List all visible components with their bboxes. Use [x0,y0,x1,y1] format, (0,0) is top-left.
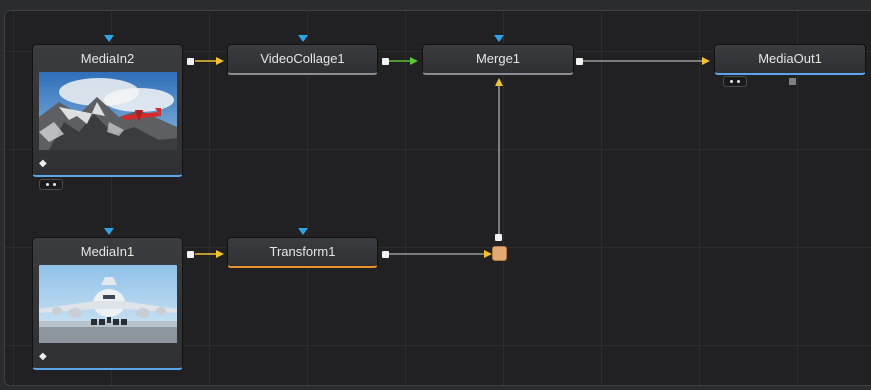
transform1-input-port[interactable] [298,228,308,235]
node-title: Transform1 [269,244,336,259]
mediain2-thumbnail [39,72,177,150]
node-transform1[interactable]: Transform1 [227,237,378,268]
node-mediain1[interactable]: MediaIn1 ◆ [32,237,183,370]
mediain1-output-port[interactable] [187,251,194,258]
diamond-flag-icon: ◆ [39,351,47,362]
videocollage1-input-port[interactable] [298,35,308,42]
mediain2-view-toggle[interactable] [39,179,63,190]
videocollage1-output-port[interactable] [382,58,389,65]
mergedot-output-port[interactable] [495,234,502,241]
diamond-flag-icon: ◆ [39,158,47,169]
merge1-output-port[interactable] [576,58,583,65]
node-videocollage1[interactable]: VideoCollage1 [227,44,378,75]
mediain2-input-port[interactable] [104,35,114,42]
node-title: MediaOut1 [758,51,822,66]
node-merge1[interactable]: Merge1 [422,44,574,75]
transform1-output-port[interactable] [382,251,389,258]
node-title: MediaIn2 [80,51,135,66]
mediaout1-output-port[interactable] [789,78,796,85]
node-editor[interactable]: MediaIn2 ◆ VideoCollage1 Merge1 MediaOut… [0,0,871,390]
mediain1-input-port[interactable] [104,228,114,235]
merge1-input-port[interactable] [494,35,504,42]
node-title: Merge1 [475,51,521,66]
orange-merge-connector-icon[interactable] [492,246,507,261]
node-title: MediaIn1 [80,244,135,259]
node-mediaout1[interactable]: MediaOut1 [714,44,866,75]
node-title: VideoCollage1 [260,51,345,66]
node-mediain2[interactable]: MediaIn2 ◆ [32,44,183,177]
mediain2-output-port[interactable] [187,58,194,65]
mediaout1-view-toggle[interactable] [723,76,747,87]
mediain1-thumbnail [39,265,177,343]
